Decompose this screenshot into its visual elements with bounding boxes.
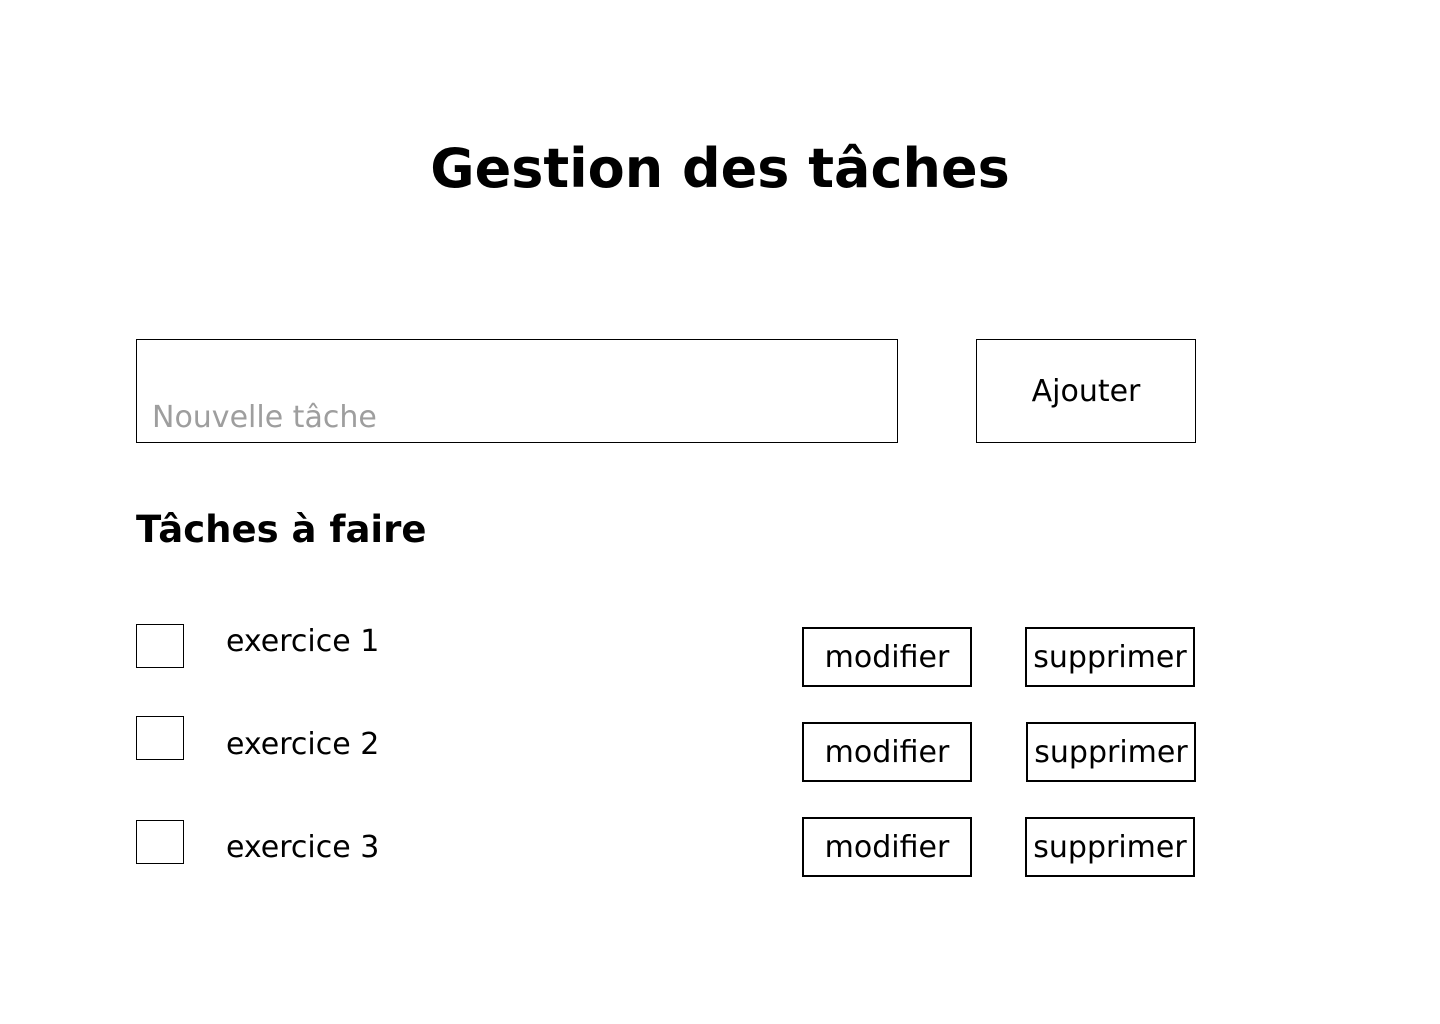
todo-section-title: Tâches à faire	[136, 508, 427, 551]
add-task-button[interactable]: Ajouter	[976, 339, 1196, 443]
edit-task-button-2[interactable]: modifier	[802, 722, 972, 782]
task-label-2: exercice 2	[226, 727, 380, 762]
task-checkbox-1[interactable]	[136, 624, 184, 668]
new-task-input[interactable]	[136, 339, 898, 443]
task-row-1: exercice 1 modifier supprimer	[0, 624, 1440, 694]
task-checkbox-3[interactable]	[136, 820, 184, 864]
delete-task-button-3[interactable]: supprimer	[1025, 817, 1195, 877]
task-checkbox-2[interactable]	[136, 716, 184, 760]
task-label-1: exercice 1	[226, 624, 380, 659]
edit-task-button-1[interactable]: modifier	[802, 627, 972, 687]
task-row-3: exercice 3 modifier supprimer	[0, 817, 1440, 890]
edit-task-button-3[interactable]: modifier	[802, 817, 972, 877]
delete-task-button-1[interactable]: supprimer	[1025, 627, 1195, 687]
task-row-2: exercice 2 modifier supprimer	[0, 716, 1440, 786]
delete-task-button-2[interactable]: supprimer	[1026, 722, 1196, 782]
task-label-3: exercice 3	[226, 830, 380, 865]
page-title: Gestion des tâches	[430, 137, 1010, 200]
